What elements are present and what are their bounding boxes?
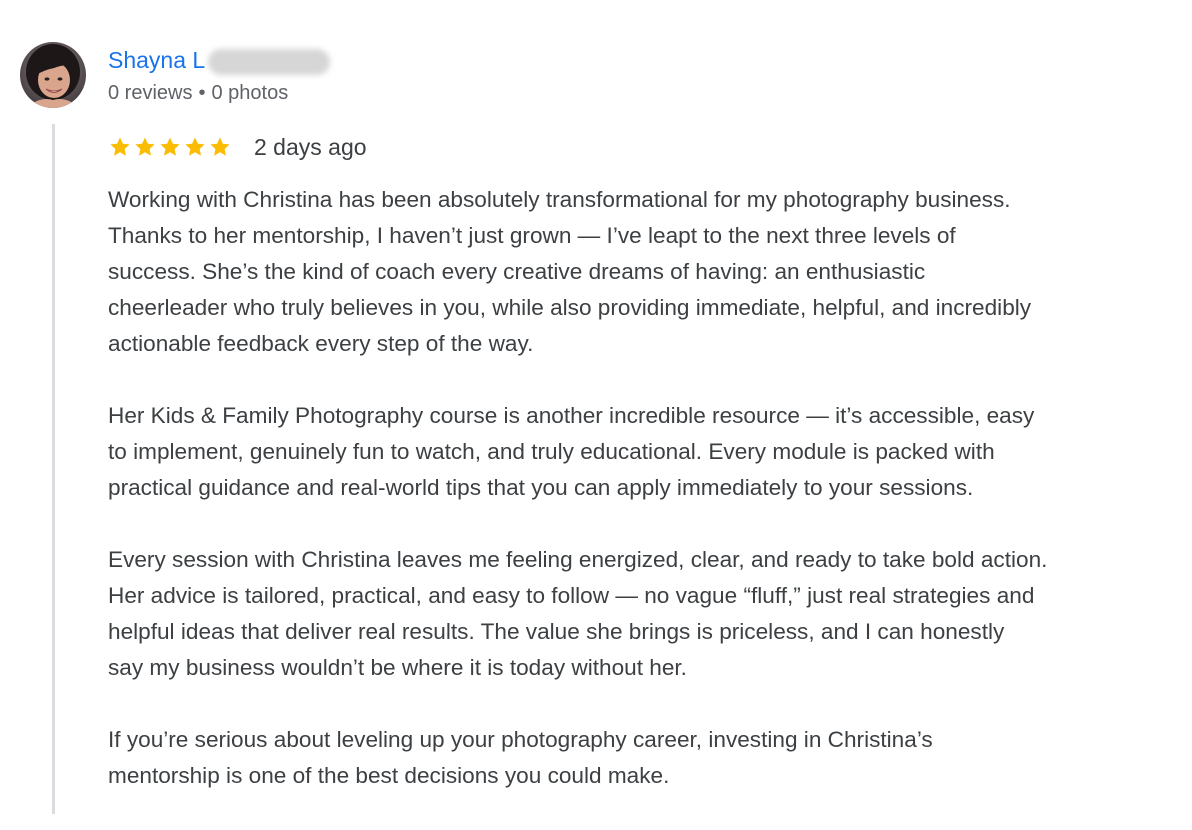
review-line: Thanks to her mentorship, I haven’t just… bbox=[108, 223, 956, 248]
star-icon bbox=[135, 137, 155, 156]
redacted-surname-blur bbox=[208, 49, 330, 75]
review-paragraph: Every session with Christina leaves me f… bbox=[108, 542, 1186, 686]
review-line: helpful ideas that deliver real results.… bbox=[108, 619, 1005, 644]
review-line: Her advice is tailored, practical, and e… bbox=[108, 583, 1035, 608]
star-icon bbox=[160, 137, 180, 156]
review-text: Working with Christina has been absolute… bbox=[108, 182, 1186, 830]
review-paragraph: Working with Christina has been absolute… bbox=[108, 182, 1186, 362]
thread-divider-line bbox=[52, 124, 55, 814]
review-count: 0 reviews bbox=[108, 82, 193, 104]
star-icon bbox=[185, 137, 205, 156]
star-icon bbox=[210, 137, 230, 156]
star-rating bbox=[108, 135, 232, 159]
review-line: practical guidance and real-world tips t… bbox=[108, 475, 974, 500]
photo-count: 0 photos bbox=[211, 82, 289, 104]
review-line: If you’re serious about leveling up your… bbox=[108, 727, 933, 752]
reviewer-name-link[interactable]: Shayna L bbox=[108, 45, 205, 75]
reviewer-stats: 0 reviews • 0 photos bbox=[108, 80, 288, 106]
review-line: to implement, genuinely fun to watch, an… bbox=[108, 439, 995, 464]
review-line: cheerleader who truly believes in you, w… bbox=[108, 295, 1032, 320]
review-date: 2 days ago bbox=[254, 133, 367, 160]
star-icon bbox=[110, 137, 130, 156]
review-line: success. She’s the kind of coach every c… bbox=[108, 259, 926, 284]
review-line: Her Kids & Family Photography course is … bbox=[108, 403, 1035, 428]
meta-separator: • bbox=[198, 82, 206, 104]
review-line: mentorship is one of the best decisions … bbox=[108, 763, 670, 788]
reviewer-avatar[interactable] bbox=[20, 42, 86, 108]
rating-row: 2 days ago bbox=[108, 132, 367, 162]
review-line: Working with Christina has been absolute… bbox=[108, 187, 1011, 212]
review-line: actionable feedback every step of the wa… bbox=[108, 331, 534, 356]
review-paragraph: If you’re serious about leveling up your… bbox=[108, 722, 1186, 794]
review-paragraph: Her Kids & Family Photography course is … bbox=[108, 398, 1186, 506]
review-line: Every session with Christina leaves me f… bbox=[108, 547, 1048, 572]
review-line: say my business wouldn’t be where it is … bbox=[108, 655, 687, 680]
